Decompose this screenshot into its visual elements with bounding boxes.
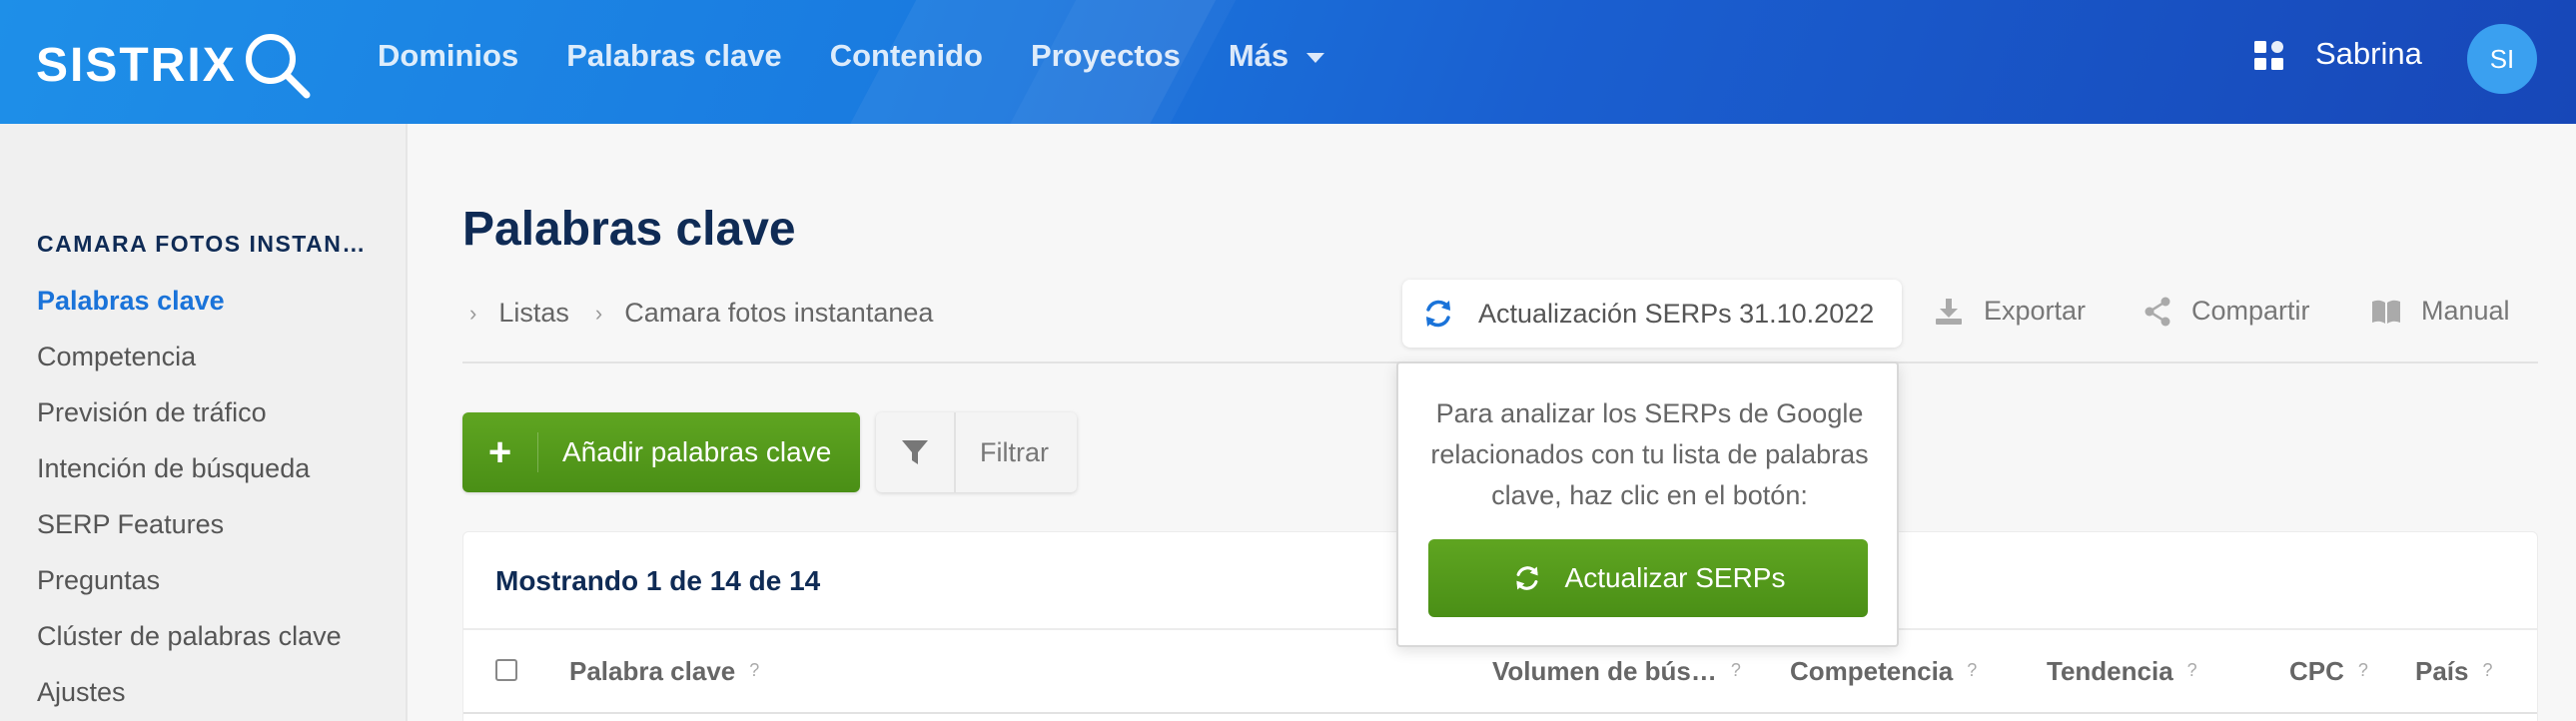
refresh-icon [1515, 566, 1538, 590]
sidebar-item-serp-features[interactable]: SERP Features [37, 509, 224, 540]
nav-mas[interactable]: Más [1228, 38, 1325, 74]
top-header: SISTRIX Dominios Palabras clave Contenid… [0, 0, 2576, 124]
help-icon[interactable]: ? [2483, 660, 2493, 680]
serp-update-label: Actualización SERPs 31.10.2022 [1478, 298, 1875, 329]
download-icon [1936, 298, 1962, 325]
apps-grid-icon[interactable] [2253, 40, 2285, 72]
nav-label: Contenido [829, 38, 983, 73]
select-all-checkbox[interactable] [495, 659, 517, 681]
column-label: CPC [2289, 656, 2344, 686]
sidebar-item-competencia[interactable]: Competencia [37, 342, 196, 372]
export-label: Exportar [1984, 296, 2087, 326]
sidebar-item-preguntas[interactable]: Preguntas [37, 565, 160, 596]
sidebar: CAMARA FOTOS INSTAN… Palabras clave Comp… [0, 124, 408, 721]
logo-text: SISTRIX [36, 38, 237, 92]
help-icon[interactable]: ? [1731, 660, 1741, 680]
share-label: Compartir [2191, 296, 2310, 326]
column-label: Tendencia [2047, 656, 2173, 686]
magnifier-icon [245, 34, 311, 99]
main-nav: Dominios Palabras clave Contenido Proyec… [378, 38, 1372, 74]
sidebar-item-cluster[interactable]: Clúster de palabras clave [37, 621, 342, 652]
nav-contenido[interactable]: Contenido [830, 38, 983, 74]
sidebar-item-palabras-clave[interactable]: Palabras clave [37, 286, 225, 317]
column-header-competition[interactable]: Competencia? [1790, 656, 1977, 687]
serp-update-button[interactable]: Actualización SERPs 31.10.2022 [1402, 280, 1902, 348]
column-label: Palabra clave [569, 656, 736, 686]
update-serps-button[interactable]: Actualizar SERPs [1428, 539, 1868, 617]
sidebar-item-ajustes[interactable]: Ajustes [37, 677, 126, 708]
nav-label: Proyectos [1030, 38, 1181, 73]
add-keywords-button[interactable]: + Añadir palabras clave [462, 412, 860, 492]
manual-label: Manual [2421, 296, 2510, 326]
help-icon[interactable]: ? [1967, 660, 1977, 680]
avatar[interactable]: SI [2467, 24, 2537, 94]
column-label: Volumen de bús… [1492, 656, 1717, 686]
update-serps-label: Actualizar SERPs [1564, 562, 1786, 593]
column-header-country[interactable]: País? [2415, 656, 2493, 687]
page-title: Palabras clave [462, 203, 796, 256]
user-name[interactable]: Sabrina [2315, 36, 2422, 72]
funnel-icon-wrap [876, 412, 956, 492]
book-icon [2372, 300, 2400, 324]
header-row-divider [463, 712, 2537, 714]
breadcrumb-current: Camara fotos instantanea [624, 298, 934, 328]
nav-label: Palabras clave [566, 38, 782, 73]
table-summary: Mostrando 1 de 14 de 14 [495, 565, 821, 596]
filter-label: Filtrar [980, 436, 1049, 467]
column-header-volume[interactable]: Volumen de bús…? [1492, 656, 1741, 687]
filter-button[interactable]: Filtrar [876, 412, 1077, 492]
sistrix-logo[interactable]: SISTRIX [36, 30, 313, 100]
sidebar-item-prevision-trafico[interactable]: Previsión de tráfico [37, 397, 267, 428]
share-button[interactable]: Compartir [2144, 296, 2310, 327]
nav-label: Más [1228, 38, 1289, 73]
column-header-cpc[interactable]: CPC? [2289, 656, 2368, 687]
export-button[interactable]: Exportar [1934, 296, 2086, 327]
chevron-down-icon [1306, 53, 1325, 63]
help-icon[interactable]: ? [2187, 660, 2197, 680]
nav-label: Dominios [378, 38, 519, 73]
refresh-icon [1426, 300, 1450, 328]
funnel-icon [902, 440, 928, 464]
help-icon[interactable]: ? [749, 660, 759, 680]
breadcrumb: › Listas › Camara fotos instantanea [469, 298, 959, 329]
nav-palabras-clave[interactable]: Palabras clave [566, 38, 781, 74]
column-label: Competencia [1790, 656, 1954, 686]
column-label: País [2415, 656, 2469, 686]
sidebar-item-intencion-busqueda[interactable]: Intención de búsqueda [37, 453, 310, 484]
column-header-keyword[interactable]: Palabra clave? [569, 656, 759, 687]
chevron-right-icon: › [469, 300, 477, 326]
add-keywords-label: Añadir palabras clave [562, 436, 832, 467]
plus-icon: + [462, 432, 538, 472]
column-header-trend[interactable]: Tendencia? [2047, 656, 2197, 687]
nav-dominios[interactable]: Dominios [378, 38, 518, 74]
manual-button[interactable]: Manual [2371, 296, 2510, 327]
nav-proyectos[interactable]: Proyectos [1031, 38, 1181, 74]
chevron-right-icon: › [594, 300, 603, 326]
sidebar-project-title: CAMARA FOTOS INSTAN… [37, 231, 367, 257]
breadcrumb-listas[interactable]: Listas [498, 298, 569, 329]
popover-text: Para analizar los SERPs de Google relaci… [1430, 398, 1869, 510]
share-icon [2145, 297, 2170, 326]
help-icon[interactable]: ? [2358, 660, 2368, 680]
serp-update-popover: Para analizar los SERPs de Google relaci… [1396, 361, 1899, 647]
